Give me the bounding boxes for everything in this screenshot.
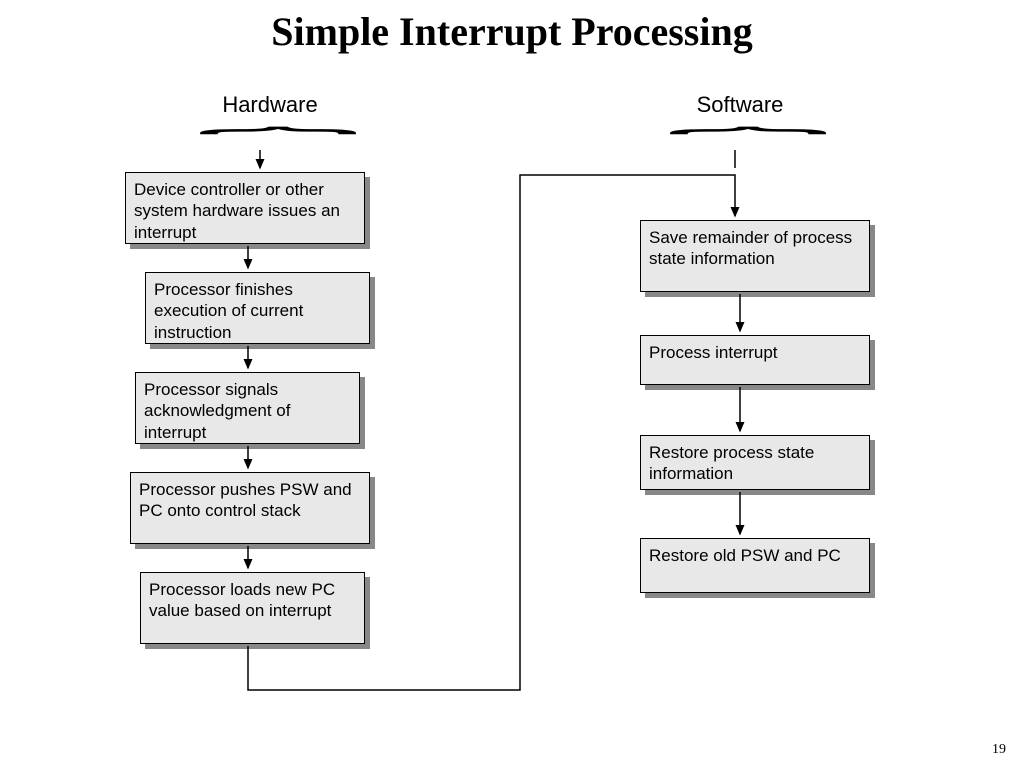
software-step: Process interrupt	[640, 335, 870, 385]
software-step: Save remainder of process state informat…	[640, 220, 870, 292]
brace-icon: ⏞	[197, 136, 359, 154]
page-title: Simple Interrupt Processing	[0, 8, 1024, 55]
hardware-step: Processor signals acknowledgment of inte…	[135, 372, 360, 444]
hardware-step: Device controller or other system hardwa…	[125, 172, 365, 244]
software-column-header: Software	[640, 92, 840, 118]
hardware-step: Processor loads new PC value based on in…	[140, 572, 365, 644]
hardware-step: Processor pushes PSW and PC onto control…	[130, 472, 370, 544]
hardware-column-header: Hardware	[170, 92, 370, 118]
software-step: Restore process state information	[640, 435, 870, 490]
page-number: 19	[992, 742, 1006, 758]
hardware-step: Processor finishes execution of current …	[145, 272, 370, 344]
software-step: Restore old PSW and PC	[640, 538, 870, 593]
brace-icon: ⏞	[667, 136, 829, 154]
